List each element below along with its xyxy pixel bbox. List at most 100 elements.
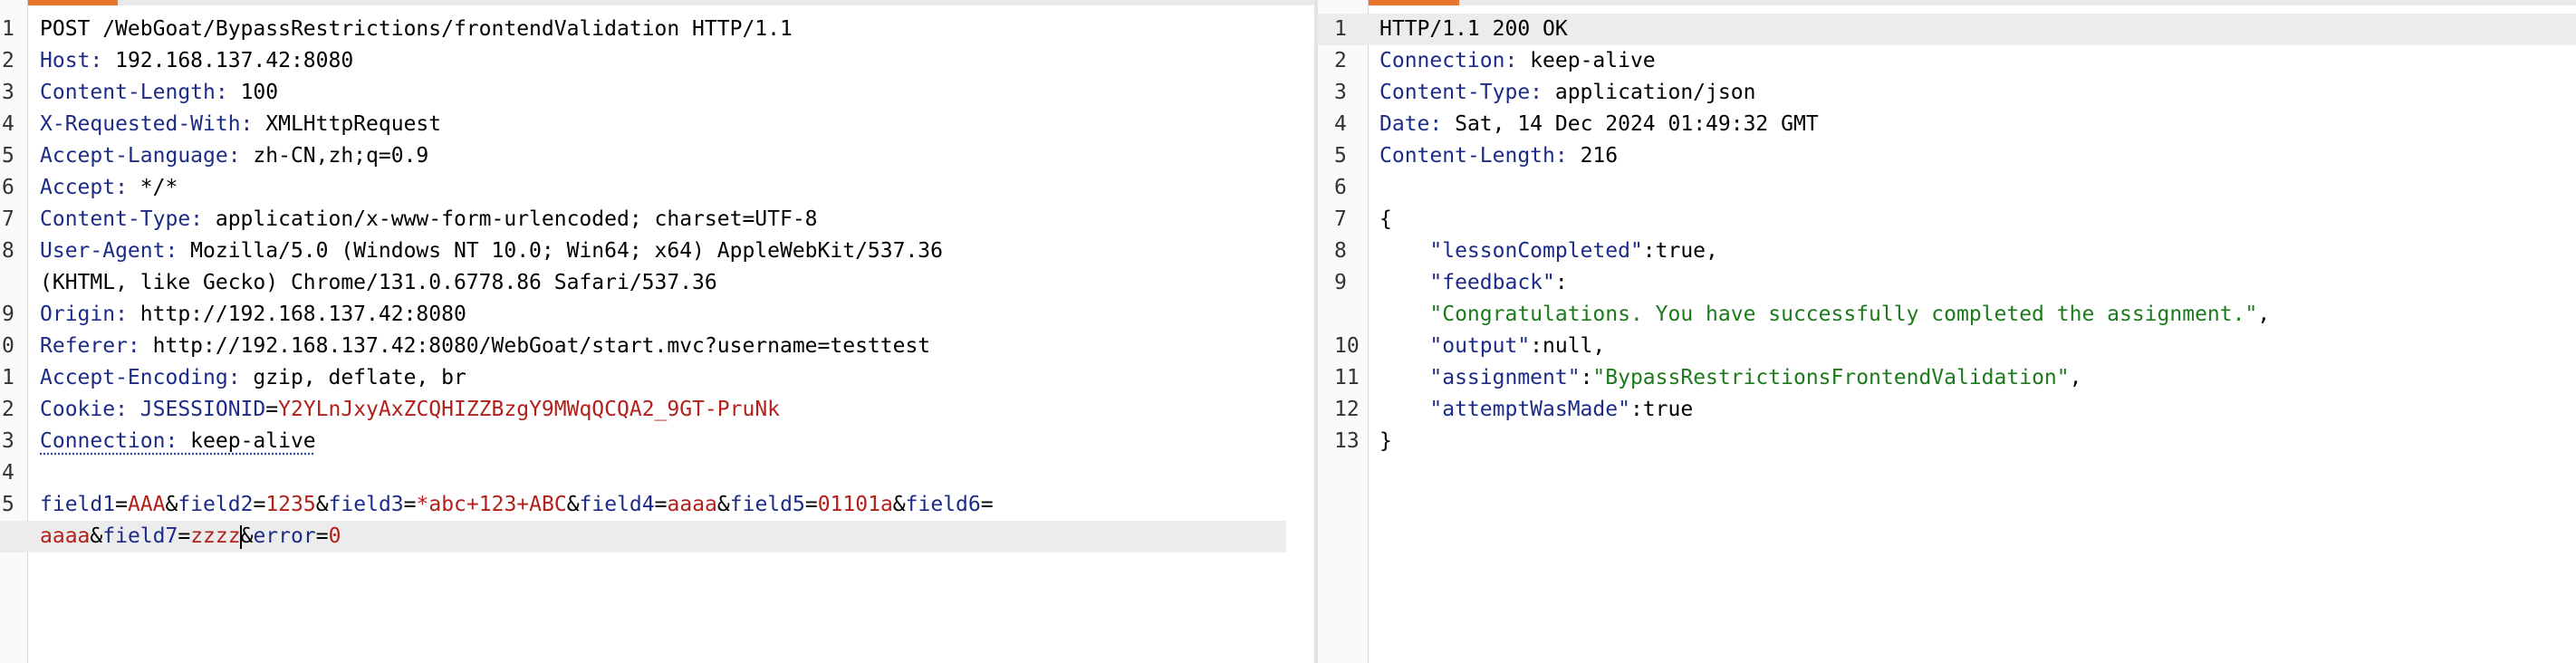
line-number: 4 [2, 461, 14, 485]
token-red: AAA [127, 493, 166, 516]
response-line[interactable]: 2 Connection: keep-alive [1318, 45, 2576, 77]
line-text: Content-Type: application/json [1379, 77, 1755, 109]
line-text: aaaa&field7=zzzz&error=0 [40, 521, 341, 552]
token-plain: zh-CN,zh;q=0.9 [240, 144, 429, 168]
request-line[interactable]: 1 Accept-Encoding: gzip, deflate, br [0, 362, 1286, 394]
response-line[interactable]: 11 "assignment":"BypassRestrictionsFront… [1318, 362, 2576, 394]
token-json-key: "lessonCompleted" [1429, 239, 1643, 263]
response-line[interactable]: 3 Content-Type: application/json [1318, 77, 2576, 109]
token-header-name: Content-Type: [1379, 81, 1543, 104]
line-text: X-Requested-With: XMLHttpRequest [40, 109, 441, 140]
token-header-name: User-Agent: [40, 239, 178, 263]
request-line[interactable]: 5 Accept-Language: zh-CN,zh;q=0.9 [0, 140, 1286, 172]
response-line[interactable]: 13} [1318, 426, 2576, 457]
token-param: field3 [328, 493, 404, 516]
response-line[interactable]: 12 "attemptWasMade":true [1318, 394, 2576, 426]
token-param: field4 [579, 493, 655, 516]
token-header-name: Accept-Language: [40, 144, 241, 168]
line-number: 4 [2, 112, 14, 136]
request-line[interactable]: 3 Connection: keep-alive [0, 426, 1286, 457]
token-param: JSESSIONID [127, 398, 266, 421]
request-line[interactable]: 6 Accept: */* [0, 172, 1286, 204]
token-plain: & [892, 493, 906, 516]
request-line[interactable]: 4 X-Requested-With: XMLHttpRequest [0, 109, 1286, 140]
line-number: 3 [2, 429, 14, 453]
response-line[interactable]: "Congratulations. You have successfully … [1318, 299, 2576, 331]
token-plain: gzip, deflate, br [240, 366, 466, 389]
response-line[interactable]: 1 HTTP/1.1 200 OK [1318, 14, 2576, 45]
request-line[interactable]: 1 POST /WebGoat/BypassRestrictions/fronte… [0, 14, 1286, 45]
token-red: 01101a [817, 493, 893, 516]
request-line[interactable]: 2 Cookie: JSESSIONID=Y2YLnJxyAxZCQHIZZBzg… [0, 394, 1286, 426]
token-plain: } [1379, 429, 1392, 453]
line-number: 12 [1334, 398, 1360, 421]
response-tab-indicator [1318, 0, 2576, 5]
request-line[interactable]: aaaa&field7=zzzz&error=0 [0, 521, 1286, 552]
request-line[interactable]: (KHTML, like Gecko) Chrome/131.0.6778.86… [0, 267, 1286, 299]
token-plain: & [240, 524, 254, 548]
line-number: 7 [1334, 207, 1347, 231]
request-line[interactable]: 0 Referer: http://192.168.137.42:8080/Web… [0, 331, 1286, 362]
response-line[interactable]: 7{ [1318, 204, 2576, 235]
line-number: 2 [2, 398, 14, 421]
line-text: Content-Length: 100 [40, 77, 278, 109]
token-json-plain: :null, [1530, 334, 1606, 358]
token-json-plain: :true, [1642, 239, 1718, 263]
token-red: 0 [328, 524, 341, 548]
request-line[interactable]: 7 Content-Type: application/x-www-form-ur… [0, 204, 1286, 235]
line-text: field1=AAA&field2=1235&field3=*abc+123+A… [40, 489, 994, 521]
line-text: { [1379, 204, 1392, 235]
token-json-plain: : [1554, 271, 1568, 294]
token-plain: HTTP/1.1 200 OK [1379, 17, 1568, 41]
token-json-plain: : [1580, 366, 1593, 389]
token-param: field7 [102, 524, 178, 548]
request-line[interactable]: 5 field1=AAA&field2=1235&field3=*abc+123+… [0, 489, 1286, 521]
token-plain: = [265, 398, 279, 421]
token-header-name: Origin: [40, 303, 128, 326]
token-json-str: "Congratulations. You have successfully … [1429, 303, 2258, 326]
response-editor-pane[interactable]: 1 HTTP/1.1 200 OK 2 Connection: keep-alive 3… [1318, 0, 2576, 663]
token-param: field2 [178, 493, 254, 516]
line-number: 3 [2, 81, 14, 104]
line-text: Date: Sat, 14 Dec 2024 01:49:32 GMT [1379, 109, 1819, 140]
token-json-key: "output" [1429, 334, 1531, 358]
line-text: (KHTML, like Gecko) Chrome/131.0.6778.86… [40, 267, 717, 299]
response-line[interactable]: 6 [1318, 172, 2576, 204]
line-number: 5 [1334, 144, 1347, 168]
line-text: } [1379, 426, 1392, 457]
line-number: 8 [2, 239, 14, 263]
line-number: 13 [1334, 429, 1360, 453]
token-plain: & [315, 493, 329, 516]
token-plain: = [980, 493, 994, 516]
request-editor-pane[interactable]: 1 POST /WebGoat/BypassRestrictions/fronte… [0, 0, 1315, 663]
response-line[interactable]: 10 "output":null, [1318, 331, 2576, 362]
line-text: Content-Type: application/x-www-form-url… [40, 204, 818, 235]
response-line[interactable]: 9 "feedback": [1318, 267, 2576, 299]
line-number: 10 [1334, 334, 1360, 358]
token-plain: POST /WebGoat/BypassRestrictions/fronten… [40, 17, 793, 41]
token-plain: http://192.168.137.42:8080/WebGoat/start… [139, 334, 931, 358]
request-line[interactable]: 8 User-Agent: Mozilla/5.0 (Windows NT 10.… [0, 235, 1286, 267]
response-line[interactable]: 5 Content-Length: 216 [1318, 140, 2576, 172]
token-plain: 216 [1567, 144, 1619, 168]
line-number: 2 [2, 49, 14, 72]
request-line[interactable]: 9 Origin: http://192.168.137.42:8080 [0, 299, 1286, 331]
token-plain: { [1379, 207, 1392, 231]
line-number: 8 [1334, 239, 1347, 263]
line-number: 9 [2, 303, 14, 326]
request-line[interactable]: 2 Host: 192.168.137.42:8080 [0, 45, 1286, 77]
line-text: POST /WebGoat/BypassRestrictions/fronten… [40, 14, 793, 45]
response-line[interactable]: 4 Date: Sat, 14 Dec 2024 01:49:32 GMT [1318, 109, 2576, 140]
line-text: HTTP/1.1 200 OK [1379, 14, 1568, 45]
token-plain: http://192.168.137.42:8080 [127, 303, 466, 326]
line-number: 6 [2, 176, 14, 199]
line-number: 6 [1334, 176, 1347, 199]
response-line[interactable]: 8 "lessonCompleted":true, [1318, 235, 2576, 267]
token-json-plain: :true [1629, 398, 1694, 421]
request-line[interactable]: 3 Content-Length: 100 [0, 77, 1286, 109]
token-plain: = [315, 524, 329, 548]
request-line[interactable]: 4 [0, 457, 1286, 489]
